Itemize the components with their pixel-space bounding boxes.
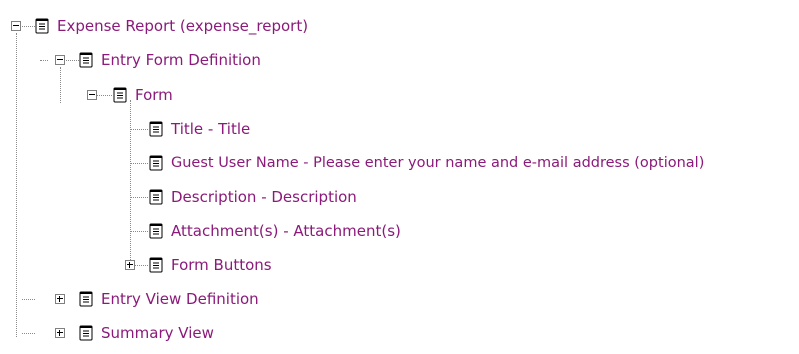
document-icon[interactable] (149, 223, 163, 239)
document-icon[interactable] (35, 18, 49, 34)
tree-node-label-attachments[interactable]: Attachment(s) - Attachment(s) (171, 220, 401, 242)
tree-node-label-form[interactable]: Form (135, 84, 173, 106)
tree-node-label-description[interactable]: Description - Description (171, 186, 357, 208)
tree-node-label-title[interactable]: Title - Title (171, 118, 250, 140)
tree-connector (130, 163, 148, 164)
tree-view: Expense Report (expense_report) Entry Fo… (0, 0, 799, 354)
document-icon[interactable] (79, 291, 93, 307)
tree-connector (130, 197, 148, 198)
expand-toggle-summary-view[interactable] (55, 328, 65, 338)
collapse-toggle-form[interactable] (87, 90, 97, 100)
tree-node-label-summary-view[interactable]: Summary View (101, 322, 214, 344)
document-icon[interactable] (149, 155, 163, 171)
tree-connector (66, 60, 79, 61)
document-icon[interactable] (149, 121, 163, 137)
tree-connector (22, 299, 35, 300)
tree-connector (22, 26, 35, 27)
tree-connector (130, 100, 131, 270)
document-icon[interactable] (79, 325, 93, 341)
expand-toggle-form-buttons[interactable] (125, 260, 135, 270)
tree-node-label-entry-form[interactable]: Entry Form Definition (101, 49, 261, 71)
tree-node-label-entry-view[interactable]: Entry View Definition (101, 288, 259, 310)
tree-connector (22, 333, 35, 334)
expand-toggle-entry-view[interactable] (55, 294, 65, 304)
document-icon[interactable] (149, 257, 163, 273)
document-icon[interactable] (79, 52, 93, 68)
tree-connector (60, 67, 61, 103)
collapse-toggle-entry-form[interactable] (55, 55, 65, 65)
document-icon[interactable] (149, 189, 163, 205)
tree-node-label-root[interactable]: Expense Report (expense_report) (57, 15, 308, 37)
document-icon[interactable] (113, 87, 127, 103)
tree-connector (134, 265, 148, 266)
collapse-toggle-root[interactable] (11, 21, 21, 31)
tree-connector (130, 129, 148, 130)
tree-connector (130, 231, 148, 232)
tree-connector (96, 95, 112, 96)
tree-node-label-guest-user[interactable]: Guest User Name - Please enter your name… (171, 152, 704, 174)
tree-connector (40, 60, 48, 61)
tree-connector (16, 33, 17, 337)
tree-node-label-form-buttons[interactable]: Form Buttons (171, 254, 272, 276)
